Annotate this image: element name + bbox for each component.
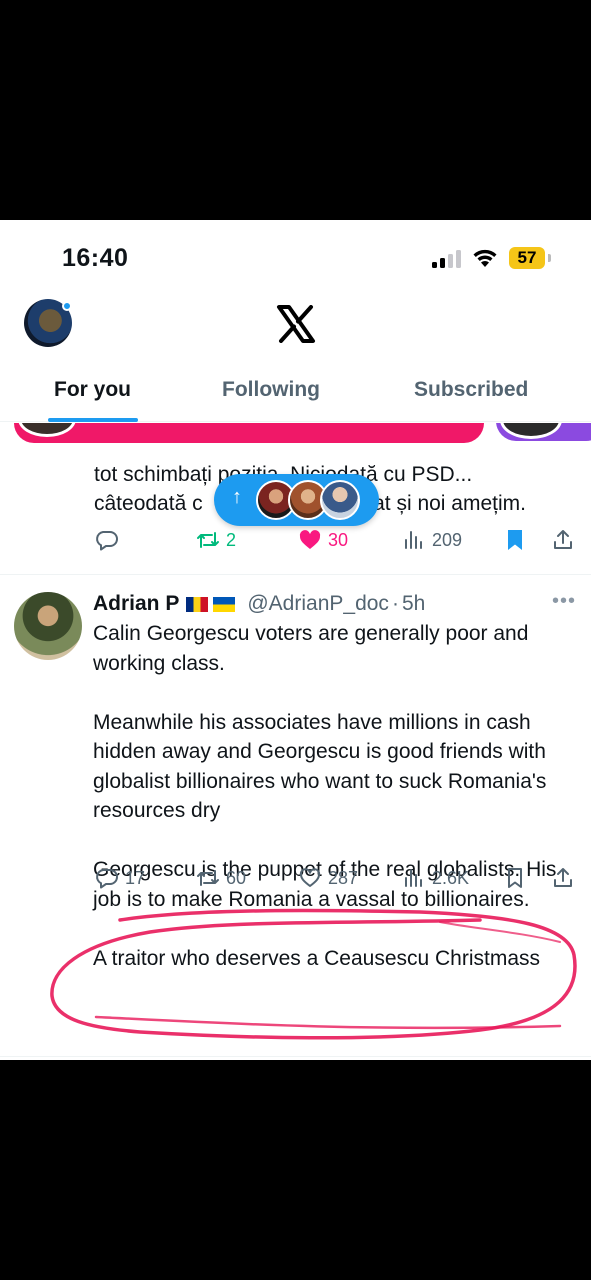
- tweet-paragraph: Meanwhile his associates have millions i…: [93, 710, 547, 823]
- reply-icon: [96, 531, 118, 551]
- previous-tweet-media-strip: [0, 423, 591, 445]
- timeline-tabs: For you Following Subscribed: [0, 370, 591, 422]
- app-header: [0, 295, 591, 355]
- like-count: 287: [328, 867, 359, 888]
- tab-subscribed[interactable]: Subscribed: [414, 378, 528, 402]
- profile-avatar[interactable]: [24, 299, 72, 347]
- like-button[interactable]: 287: [298, 862, 358, 894]
- active-tab-indicator: [48, 418, 138, 422]
- views-count: 2.6K: [432, 867, 470, 888]
- ukraine-flag-icon: [213, 596, 236, 612]
- tweet-divider: [0, 574, 591, 575]
- author-name[interactable]: Adrian P: [93, 592, 179, 616]
- heart-filled-icon: [299, 530, 321, 549]
- bookmark-icon: [508, 868, 522, 888]
- notification-dot: [62, 301, 72, 311]
- romania-flag-icon: [186, 596, 209, 612]
- repost-count: 2: [226, 529, 237, 550]
- previous-tweet-line-2-right: cat și noi amețim.: [362, 492, 526, 515]
- reply-button[interactable]: 17: [95, 862, 145, 894]
- bookmark-button[interactable]: [503, 524, 527, 556]
- share-button[interactable]: [551, 862, 575, 894]
- previous-tweet-actions: 2 30 209: [0, 524, 591, 556]
- share-button[interactable]: [551, 524, 575, 556]
- x-logo-icon[interactable]: [276, 305, 316, 343]
- heart-icon: [299, 868, 321, 887]
- share-icon: [554, 868, 572, 887]
- author-avatar[interactable]: [14, 592, 82, 660]
- tweet-actions: 17 60 287 2.6K: [0, 862, 591, 894]
- more-options-icon[interactable]: •••: [552, 590, 576, 613]
- tweet[interactable]: Adrian P @AdrianP_doc · 5h ••• Calin Geo…: [0, 576, 591, 1060]
- wifi-icon: [472, 247, 498, 269]
- tweet-divider: [0, 1056, 591, 1057]
- tweet-timestamp[interactable]: 5h: [402, 592, 425, 616]
- bookmark-filled-icon: [508, 530, 522, 550]
- arrow-up-icon: ↑: [232, 486, 242, 508]
- tweet-paragraph: A traitor who deserves a Ceausescu Chris…: [93, 946, 541, 970]
- tweet-header: Adrian P @AdrianP_doc · 5h: [93, 590, 425, 618]
- battery-level: 57: [509, 247, 545, 269]
- cellular-signal-icon: [432, 250, 462, 268]
- previous-tweet-line-2-left: câteodată c: [94, 492, 203, 515]
- status-bar: 16:40 57: [0, 220, 591, 295]
- reply-icon: [96, 869, 118, 889]
- reply-count: 17: [125, 867, 146, 888]
- views-icon: [405, 869, 422, 887]
- tab-following[interactable]: Following: [222, 378, 320, 402]
- new-post-avatar: [320, 480, 360, 520]
- like-button[interactable]: 30: [298, 524, 348, 556]
- tweet-paragraph: Calin Georgescu voters are generally poo…: [93, 622, 529, 675]
- bookmark-button[interactable]: [503, 862, 527, 894]
- new-posts-button[interactable]: ↑: [214, 474, 379, 526]
- like-count: 30: [328, 529, 349, 550]
- views-count: 209: [432, 529, 463, 550]
- tab-for-you[interactable]: For you: [54, 378, 131, 402]
- tweet-text: Calin Georgescu voters are generally poo…: [93, 619, 583, 973]
- reply-button[interactable]: [95, 524, 119, 556]
- repost-icon: [197, 870, 219, 886]
- views-button[interactable]: 2.6K: [402, 862, 469, 894]
- header-separator: ·: [391, 592, 399, 615]
- battery-icon: 57: [509, 247, 551, 269]
- views-button[interactable]: 209: [402, 524, 462, 556]
- repost-count: 60: [226, 867, 247, 888]
- share-icon: [554, 530, 572, 549]
- repost-button[interactable]: 60: [196, 862, 246, 894]
- repost-button[interactable]: 2: [196, 524, 236, 556]
- phone-screen: 16:40 57 For you Following Subscribed to…: [0, 220, 591, 1060]
- repost-icon: [197, 532, 219, 548]
- views-icon: [405, 531, 422, 549]
- previous-media-banner: [14, 423, 484, 443]
- status-time: 16:40: [62, 244, 129, 272]
- author-handle[interactable]: @AdrianP_doc: [247, 592, 389, 616]
